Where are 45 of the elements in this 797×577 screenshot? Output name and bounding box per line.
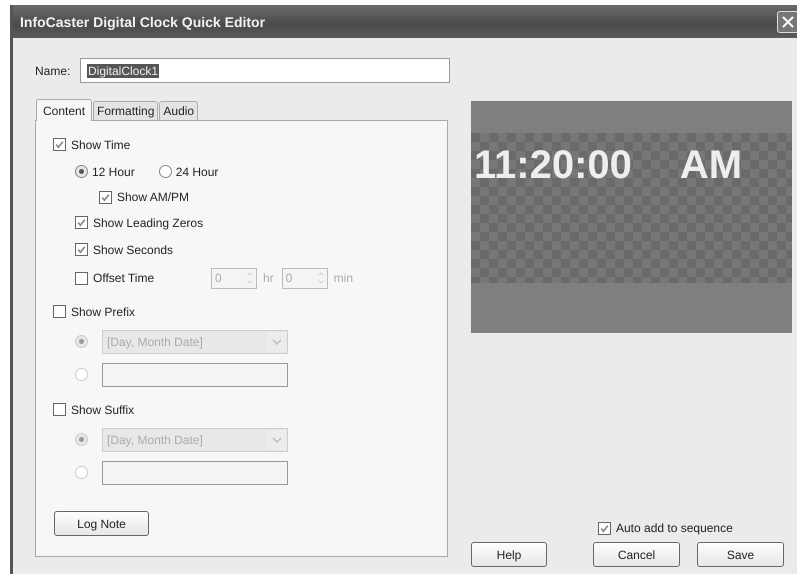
checkbox-label: Show Seconds <box>93 242 174 256</box>
window-title: InfoCaster Digital Clock Quick Editor <box>20 14 266 30</box>
close-button[interactable] <box>777 10 797 32</box>
radio-label: 12 Hour <box>92 164 135 178</box>
radio-button[interactable] <box>158 165 172 178</box>
checkbox[interactable] <box>75 216 88 229</box>
checkbox-label: Show Suffix <box>71 402 134 416</box>
checkbox-label: Show Prefix <box>71 304 136 318</box>
checkbox-label: Show AM/PM <box>117 190 190 204</box>
radio-label: 24 Hour <box>176 164 218 178</box>
tab[interactable]: Content <box>36 99 92 121</box>
minutes-unit: min <box>334 271 354 285</box>
checkbox[interactable] <box>53 403 66 416</box>
checkbox-label: Auto add to sequence <box>616 521 733 535</box>
checkbox[interactable] <box>75 243 88 256</box>
preview-time: 11:20:00 <box>474 143 632 187</box>
preview-ampm: AM <box>680 143 742 187</box>
tab[interactable]: Audio <box>159 101 198 120</box>
checkbox[interactable] <box>598 522 611 534</box>
radio-button[interactable] <box>75 466 88 479</box>
tab[interactable]: Formatting <box>93 101 158 120</box>
name-value: DigitalClock1 <box>87 64 160 78</box>
log-note-button[interactable]: Log Note <box>54 511 149 536</box>
dialog-button[interactable]: Help <box>471 542 547 567</box>
radio-button[interactable] <box>75 368 88 381</box>
checkbox-label: Offset Time <box>93 271 156 285</box>
checkbox-label: Show Time <box>71 138 130 152</box>
dialog-button[interactable]: Cancel <box>593 542 680 567</box>
name-label: Name: <box>35 64 71 78</box>
radio-button[interactable] <box>75 335 88 348</box>
radio-button[interactable] <box>75 165 88 178</box>
checkbox[interactable] <box>53 305 66 318</box>
chevron-down-icon <box>272 338 282 344</box>
text-field[interactable] <box>102 362 288 386</box>
name-field[interactable]: DigitalClock1 <box>80 58 450 83</box>
dialog-button[interactable]: Save <box>697 542 784 567</box>
checkbox[interactable] <box>75 272 88 284</box>
chevron-down-icon <box>272 436 282 442</box>
checkbox[interactable] <box>53 138 66 151</box>
checkbox-label: Show Leading Zeros <box>93 216 204 230</box>
radio-button[interactable] <box>75 433 88 446</box>
text-field[interactable] <box>102 460 288 484</box>
checkbox[interactable] <box>99 190 112 204</box>
close-icon <box>782 16 794 28</box>
hours-unit: hr <box>263 271 274 285</box>
